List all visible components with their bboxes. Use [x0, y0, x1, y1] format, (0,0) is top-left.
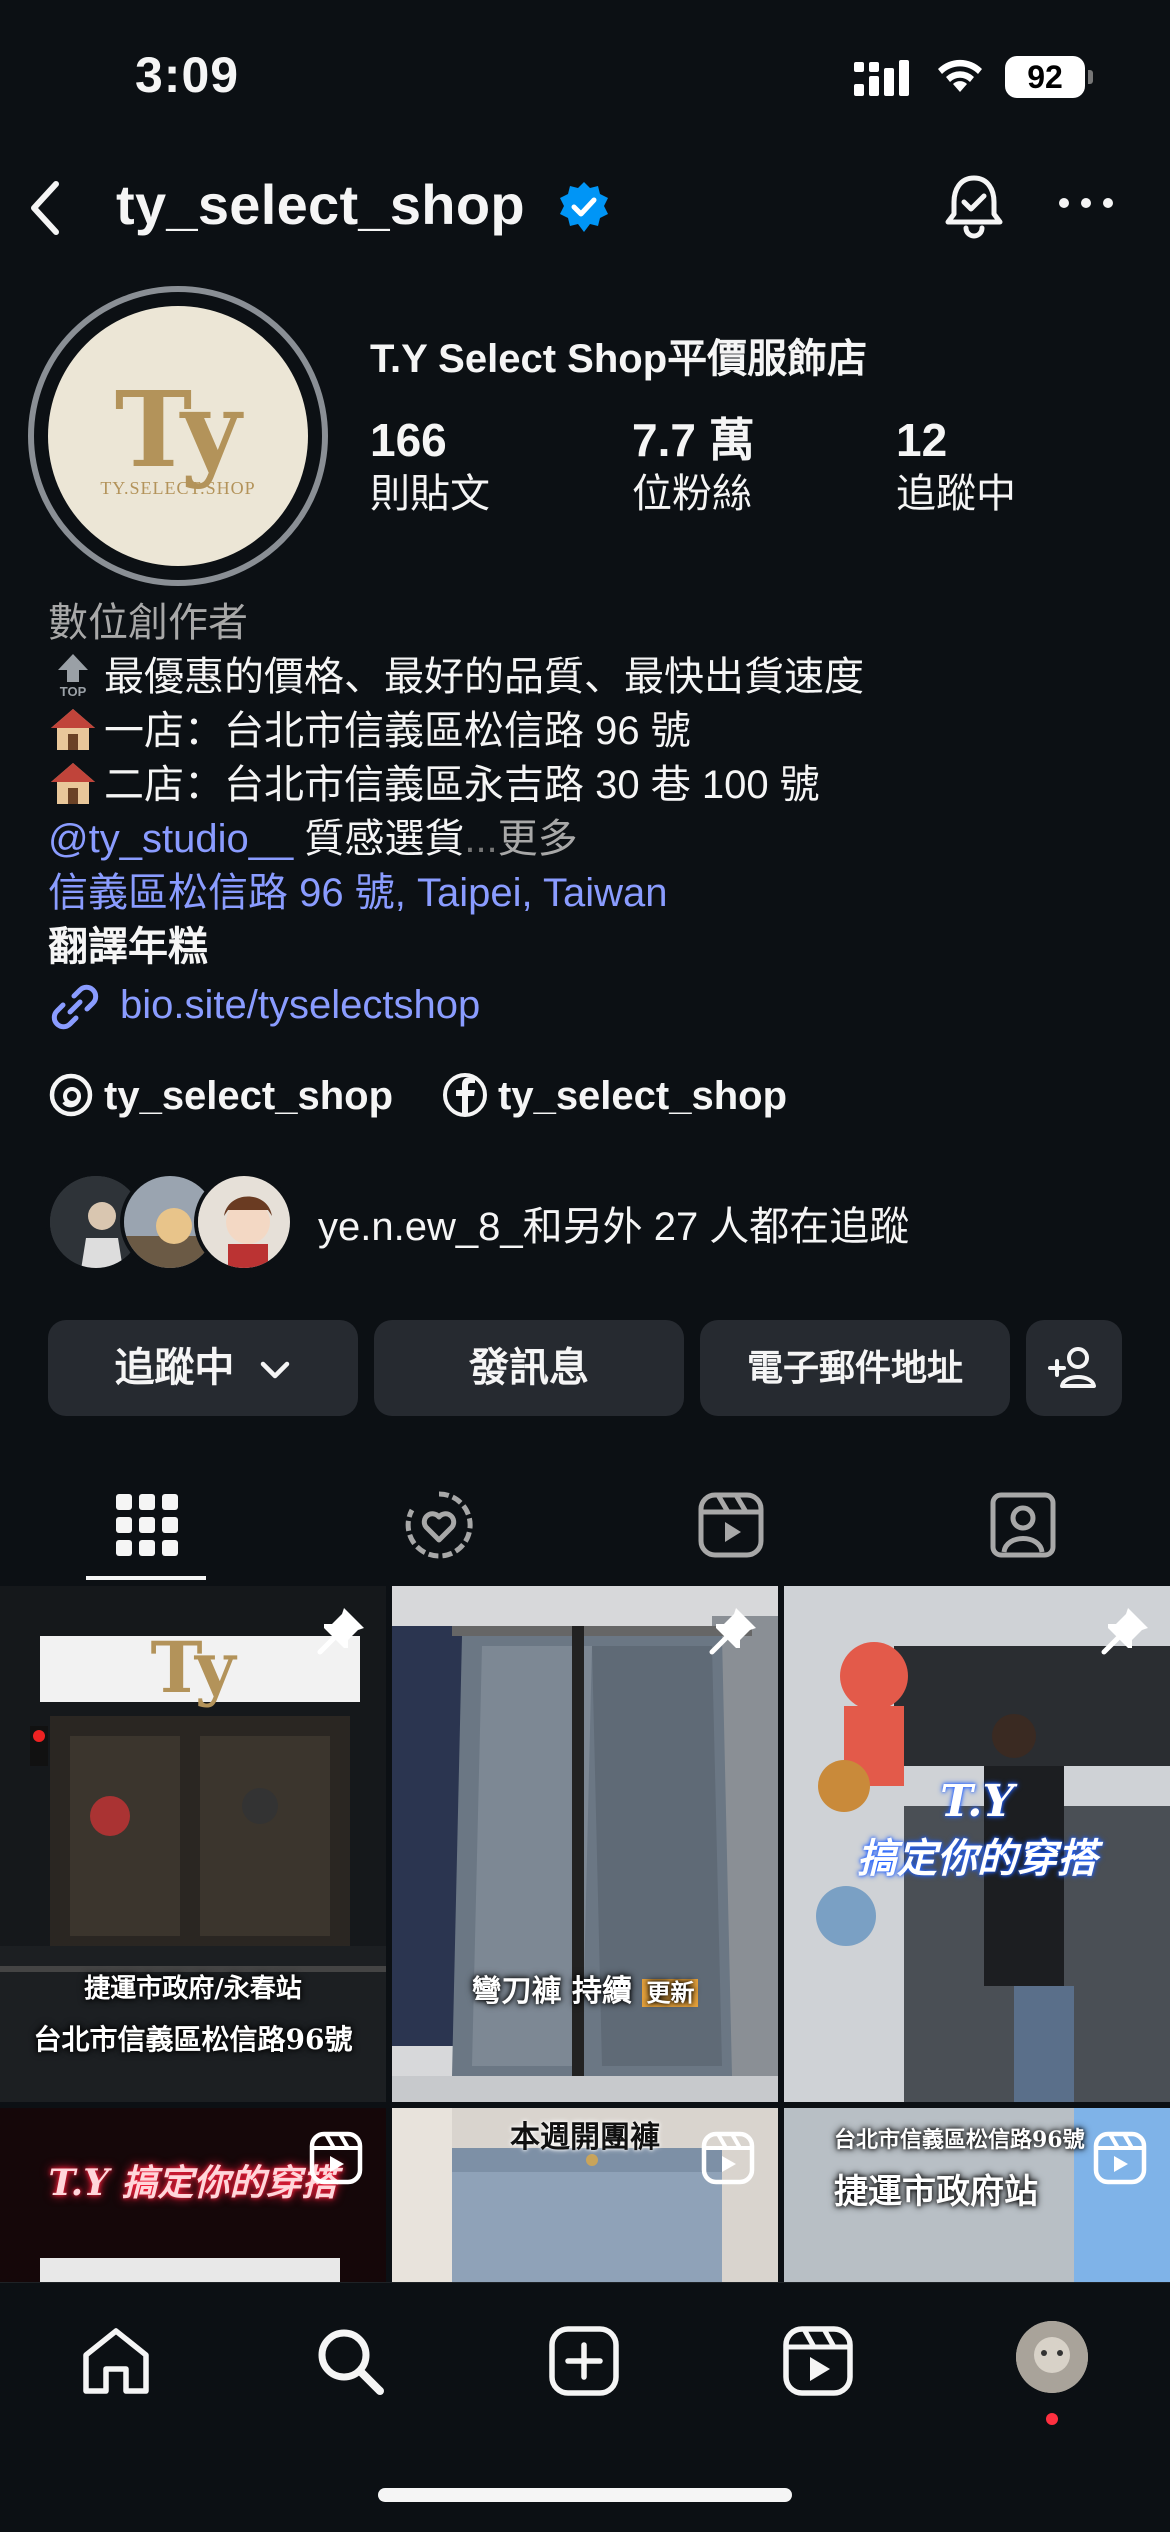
status-time: 3:09 — [135, 47, 240, 103]
jeans-image — [392, 1586, 778, 2102]
post-caption: 捷運市政府/永春站 — [84, 1974, 302, 2004]
translate-button[interactable]: 翻譯年糕 — [48, 920, 1148, 974]
bio-line: @ty_studio__ 質感選貨...更多 — [48, 812, 1148, 866]
pinned-icon — [317, 1608, 364, 1655]
email-button[interactable]: 電子郵件地址 — [700, 1320, 1010, 1416]
profile-header: ty_select_shop — [0, 160, 1170, 250]
posts-grid: Ty 捷運市政府/永春站 台北市信義區松信路96號 彎刀褲 持續 更新 T.Y … — [0, 1586, 1170, 2282]
post-caption: T.Y — [940, 1776, 1014, 1827]
post-caption-tag: 更新 — [642, 1979, 699, 2007]
reels-icon — [698, 1492, 764, 1558]
bio-line: 一店：台北市信義區松信路 96 號 — [48, 704, 1148, 758]
home-indicator — [378, 2488, 792, 2502]
bio-ellipsis: ... — [464, 817, 498, 861]
back-arrow-icon[interactable] — [22, 178, 70, 238]
stat-followers[interactable]: 7.7 萬 位粉絲 — [632, 412, 755, 520]
stat-followers-label: 位粉絲 — [632, 472, 752, 516]
bio-line: 二店：台北市信義區永吉路 30 巷 100 號 — [48, 758, 1148, 812]
profile-avatar[interactable]: Ty TY.SELECT.SHOP — [48, 306, 308, 566]
stat-following-count: 12 — [896, 414, 948, 466]
bio-line-3: 二店：台北市信義區永吉路 30 巷 100 號 — [104, 763, 820, 807]
reels-nav-icon[interactable] — [780, 2323, 856, 2399]
create-post-icon[interactable] — [546, 2323, 622, 2399]
tagged-person-icon — [990, 1492, 1056, 1558]
bio-line-1: 最優惠的價格、最好的品質、最快出貨速度 — [104, 655, 864, 699]
reel-icon — [1093, 2131, 1147, 2185]
post-tile[interactable]: T.Y 搞定你的穿搭 — [784, 1586, 1170, 2102]
suggest-people-button[interactable] — [1026, 1320, 1122, 1416]
add-person-icon — [1048, 1347, 1096, 1388]
reel-icon — [309, 2131, 363, 2185]
post-tile[interactable]: Ty 捷運市政府/永春站 台北市信義區松信路96號 — [0, 1586, 386, 2102]
active-tab-indicator — [86, 1576, 206, 1580]
chevron-down-icon — [260, 1362, 289, 1379]
post-tile[interactable]: 本週開團褲 — [392, 2108, 778, 2282]
bio-line: TOP 最優惠的價格、最好的品質、最快出貨速度 — [48, 650, 1148, 704]
link-icon — [51, 984, 99, 1030]
heart-circle-icon — [405, 1491, 473, 1559]
stat-posts-count: 166 — [370, 414, 447, 466]
stat-following-label: 追蹤中 — [896, 472, 1016, 516]
profile-username: ty_select_shop — [116, 173, 525, 236]
status-bar: 3:09 92 — [0, 0, 1170, 150]
message-button[interactable]: 發訊息 — [374, 1320, 684, 1416]
follower-avatar — [194, 1172, 294, 1272]
top-arrow-icon: TOP — [58, 654, 88, 698]
avatar-logo-subtext: TY.SELECT.SHOP — [100, 478, 256, 498]
tab-tagged[interactable] — [876, 1470, 1168, 1570]
post-tile[interactable]: 彎刀褲 持續 更新 — [392, 1586, 778, 2102]
battery-icon: 92 — [1005, 56, 1093, 98]
stat-posts-label: 則貼文 — [370, 472, 490, 516]
facebook-link[interactable]: ty_select_shop — [442, 1068, 787, 1124]
post-caption: 台北市信義區松信路96號 — [33, 2023, 353, 2056]
house-icon — [51, 763, 95, 804]
bio-more-button[interactable]: 更多 — [498, 817, 578, 861]
pinned-icon — [1101, 1608, 1148, 1655]
search-icon[interactable] — [312, 2323, 388, 2399]
stat-posts[interactable]: 166 則貼文 — [370, 412, 490, 520]
wifi-icon — [938, 59, 982, 92]
bio-line-2: 一店：台北市信義區松信路 96 號 — [104, 709, 691, 753]
external-link-text: bio.site/tyselectshop — [120, 983, 481, 1027]
following-button-label: 追蹤中 — [114, 1346, 235, 1390]
followed-by-text: ye.n.ew_8_和另外 27 人都在追蹤 — [318, 1205, 910, 1249]
tab-reels[interactable] — [584, 1470, 876, 1570]
threads-icon — [49, 1073, 93, 1117]
verified-badge-icon — [560, 182, 608, 232]
profile-full-name: T.Y Select Shop平價服飾店 — [370, 337, 868, 381]
facebook-username: ty_select_shop — [498, 1074, 788, 1118]
grid-icon — [116, 1494, 178, 1556]
external-link[interactable]: bio.site/tyselectshop — [48, 978, 1148, 1032]
post-caption-text: 彎刀褲 持續 — [471, 1974, 632, 2009]
threads-username: ty_select_shop — [104, 1074, 394, 1118]
house-icon — [51, 709, 95, 750]
avatar-logo-text: Ty — [114, 368, 242, 491]
facebook-icon — [443, 1073, 487, 1117]
post-tile[interactable]: 台北市信義區松信路96號 捷運市政府站 — [784, 2108, 1170, 2282]
stat-following[interactable]: 12 追蹤中 — [896, 412, 1016, 520]
following-button[interactable]: 追蹤中 — [48, 1320, 358, 1416]
tab-posts-grid[interactable] — [0, 1470, 292, 1570]
threads-link[interactable]: ty_select_shop — [48, 1068, 393, 1124]
notification-bell-icon[interactable] — [940, 170, 1008, 242]
pinned-icon — [709, 1608, 756, 1655]
notification-dot — [1046, 2413, 1058, 2425]
stat-followers-count: 7.7 萬 — [632, 414, 755, 466]
profile-nav-avatar[interactable] — [1016, 2321, 1088, 2393]
bio-mention-link[interactable]: @ty_studio__ — [48, 817, 293, 861]
followed-by-row[interactable]: ye.n.ew_8_和另外 27 人都在追蹤 — [46, 1172, 1146, 1272]
post-tile[interactable]: T.Y 搞定你的穿搭 — [0, 2108, 386, 2282]
tab-favorites[interactable] — [292, 1470, 584, 1570]
post-caption: 彎刀褲 持續 更新 — [392, 1966, 778, 2010]
post-caption: 搞定你的穿搭 — [857, 1835, 1097, 1882]
more-options-icon[interactable] — [1054, 178, 1118, 228]
svg-text:TOP: TOP — [60, 684, 87, 698]
location-link[interactable]: 信義區松信路 96 號, Taipei, Taiwan — [48, 866, 1148, 920]
home-icon[interactable] — [78, 2323, 154, 2399]
bio-line-4: 質感選貨 — [293, 817, 465, 861]
reel-icon — [701, 2131, 755, 2185]
battery-level: 92 — [1005, 56, 1085, 98]
profile-category: 數位創作者 — [48, 601, 248, 645]
cellular-signal-icon — [854, 60, 909, 96]
